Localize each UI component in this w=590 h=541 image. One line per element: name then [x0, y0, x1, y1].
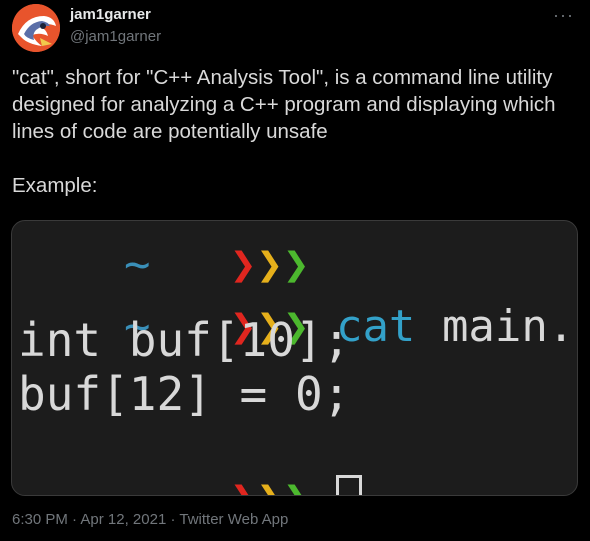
terminal-output-line-1: int buf[10]; [18, 313, 351, 367]
terminal-output-line-2: buf[12] = 0; [18, 367, 351, 421]
prompt-chevron-yellow: ❯ [256, 473, 283, 496]
prompt-chevron-red: ❯ [230, 473, 257, 496]
terminal-cursor [335, 475, 362, 495]
tweet-meta: 6:30 PM · Apr 12, 2021 · Twitter Web App [12, 510, 288, 530]
more-horizontal-icon[interactable]: ··· [553, 6, 574, 24]
avatar-image [12, 4, 60, 52]
tweet-date[interactable]: Apr 12, 2021 [80, 511, 166, 528]
display-name[interactable]: jam1garner [70, 5, 161, 25]
avatar[interactable] [12, 4, 60, 52]
author-names: jam1garner @jam1garner [70, 5, 161, 47]
tweet-media-terminal[interactable]: ~ ❯❯❯ ~ ❯❯❯ cat main.cpp int buf[10]; bu… [11, 220, 578, 496]
user-handle[interactable]: @jam1garner [70, 27, 161, 47]
prompt-tilde: ~ [124, 473, 151, 496]
terminal-prompt-line-bottom: ~ ❯❯❯ [18, 431, 362, 496]
tweet-time[interactable]: 6:30 PM [12, 511, 68, 528]
tweet-header: jam1garner @jam1garner ··· [12, 4, 578, 54]
terminal-argument: main.cpp [441, 301, 577, 352]
meta-separator: · [72, 511, 78, 528]
prompt-chevron-green: ❯ [283, 473, 310, 496]
tweet-source[interactable]: Twitter Web App [179, 511, 288, 528]
tweet-text: "cat", short for "C++ Analysis Tool", is… [12, 66, 556, 197]
meta-separator: · [170, 511, 176, 528]
